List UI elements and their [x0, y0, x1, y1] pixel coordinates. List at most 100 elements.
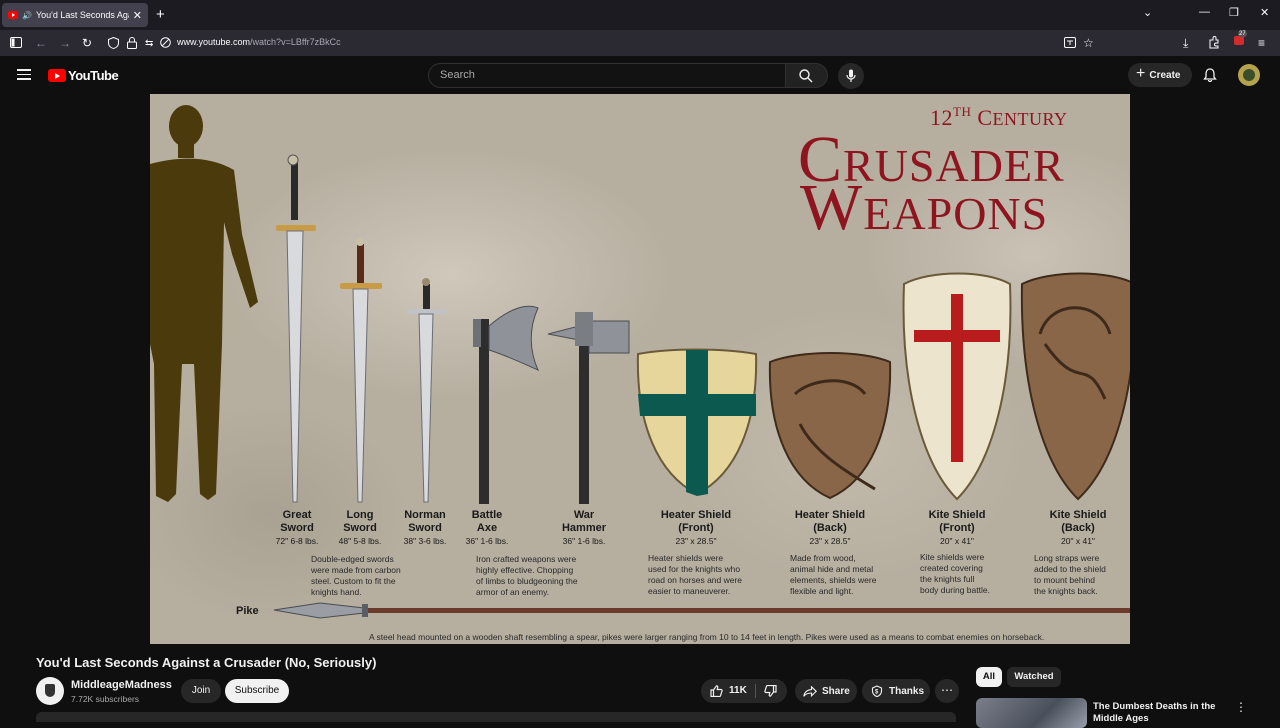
- weapon-name-line2: Hammer: [561, 522, 607, 534]
- video-title: You'd Last Seconds Against a Crusader (N…: [36, 655, 377, 670]
- description-line: the knights back.: [1034, 586, 1098, 596]
- voice-search-button[interactable]: [838, 63, 864, 89]
- weapon-name-line1: Heater Shield: [794, 509, 866, 521]
- weapon-name-line1: Heater Shield: [660, 509, 732, 521]
- tab-title: You'd Last Seconds Against: [35, 10, 129, 20]
- create-button[interactable]: + Create: [1128, 63, 1192, 87]
- microphone-icon: [846, 69, 856, 82]
- pike-label: Pike: [236, 605, 259, 617]
- guide-menu-icon[interactable]: [17, 69, 31, 80]
- bookmark-star-icon[interactable]: ☆: [1083, 35, 1094, 51]
- subscribe-button[interactable]: Subscribe: [225, 679, 289, 703]
- lock-icon[interactable]: [127, 37, 137, 49]
- search-input[interactable]: Search: [428, 63, 786, 88]
- weapon-label: Kite Shield (Front) 20" x 41": [907, 509, 1007, 547]
- description-line: to mount behind: [1034, 575, 1095, 585]
- share-icon: [803, 685, 817, 697]
- weapon-label: Heater Shield (Back) 23" x 28.5": [780, 509, 880, 547]
- swords-description: Double-edged swords were made from carbo…: [311, 554, 401, 598]
- browser-tab-bar: 🔊 You'd Last Seconds Against ✕ + ⌄ — ❐ ✕: [0, 0, 1280, 30]
- translate-icon[interactable]: [1064, 37, 1076, 48]
- chip-all[interactable]: All: [976, 667, 1002, 687]
- recommended-title[interactable]: The Dumbest Deaths in the Middle Ages: [1093, 701, 1223, 725]
- shield-icon[interactable]: [108, 37, 119, 49]
- forward-icon[interactable]: →: [59, 35, 71, 51]
- maximize-icon[interactable]: ❐: [1229, 6, 1239, 19]
- tab-list-icon[interactable]: ⌄: [1143, 6, 1152, 19]
- axes-description: Iron crafted weapons were highly effecti…: [476, 554, 578, 598]
- thanks-button[interactable]: $ Thanks: [862, 679, 930, 703]
- description-line: Heater shields were: [648, 553, 724, 563]
- thanks-label: Thanks: [889, 685, 925, 697]
- dislike-button[interactable]: [764, 685, 777, 697]
- kite-shield-back-illustration: [1020, 272, 1130, 501]
- weapon-name-line1: Kite Shield: [1049, 509, 1107, 521]
- browser-tab[interactable]: 🔊 You'd Last Seconds Against ✕: [2, 3, 148, 27]
- weapon-name-line2: (Back): [813, 522, 847, 534]
- weapon-dims: 48" 5-8 lbs.: [338, 536, 382, 546]
- user-avatar[interactable]: [1238, 64, 1260, 86]
- weapon-name-line1: Norman: [404, 509, 446, 521]
- recommended-thumbnail[interactable]: [976, 698, 1087, 728]
- url-bar[interactable]: www.youtube.com/watch?v=LBffr7zBkCc: [177, 37, 341, 47]
- share-button[interactable]: Share: [795, 679, 857, 703]
- description-box[interactable]: [36, 712, 956, 722]
- weapon-label: Heater Shield (Front) 23" x 28.5": [646, 509, 746, 547]
- menu-icon[interactable]: ≡: [1258, 35, 1265, 51]
- close-window-icon[interactable]: ✕: [1260, 6, 1269, 19]
- video-player[interactable]: 12TH CENTURY CRUSADER WEAPONS Great Swor…: [150, 94, 1130, 644]
- more-actions-button[interactable]: ⋯: [935, 679, 959, 703]
- minimize-icon[interactable]: —: [1199, 6, 1210, 18]
- heater-shield-back-illustration: [768, 352, 892, 500]
- heater-shield-front-illustration: [636, 348, 758, 496]
- recommended-more-icon[interactable]: ⋮: [1235, 700, 1247, 714]
- youtube-logo-text: YouTube: [68, 68, 119, 83]
- chip-watched[interactable]: Watched: [1007, 667, 1061, 687]
- channel-avatar[interactable]: [36, 677, 64, 705]
- description-line: steel. Custom to fit the: [311, 576, 396, 586]
- speaker-icon[interactable]: 🔊: [22, 11, 32, 20]
- weapon-name-line1: War: [573, 509, 595, 521]
- description-line: knights hand.: [311, 587, 362, 597]
- weapon-label: Long Sword 48" 5-8 lbs.: [333, 509, 387, 547]
- search-button[interactable]: [786, 63, 828, 88]
- weapon-dims: 23" x 28.5": [809, 536, 851, 546]
- weapon-name-line2: (Front): [939, 522, 975, 534]
- description-line: Long straps were: [1034, 553, 1100, 563]
- weapon-name-line2: (Back): [1061, 522, 1095, 534]
- weapon-dims: 20" x 41": [1061, 536, 1095, 546]
- weapon-name-line1: Kite Shield: [928, 509, 986, 521]
- heater-front-description: Heater shields were used for the knights…: [648, 553, 742, 597]
- like-button[interactable]: [710, 685, 723, 697]
- new-tab-icon[interactable]: +: [156, 6, 165, 23]
- tracking-blocked-icon[interactable]: [160, 37, 171, 48]
- channel-name[interactable]: MiddleageMadness: [71, 679, 172, 691]
- close-tab-icon[interactable]: ✕: [133, 9, 142, 22]
- notifications-bell-icon[interactable]: [1203, 68, 1217, 82]
- description-line: highly effective. Chopping: [476, 565, 574, 575]
- weapon-name-line2: Axe: [476, 522, 498, 534]
- description-line: elements, shields were: [790, 575, 877, 585]
- weapon-name-line1: Battle: [471, 509, 503, 521]
- back-icon[interactable]: ←: [35, 35, 47, 51]
- downloads-icon[interactable]: ⤓: [1183, 35, 1188, 51]
- extensions-icon[interactable]: [1208, 36, 1220, 49]
- extension-icon[interactable]: 27: [1234, 31, 1247, 45]
- description-line: the knights full: [920, 574, 975, 584]
- weapon-name-line2: Sword: [408, 522, 442, 534]
- sidebar-toggle-icon[interactable]: [10, 37, 22, 48]
- weapon-name-line1: Long: [346, 509, 374, 521]
- svg-text:$: $: [875, 690, 879, 696]
- subscriber-count: 7.72K subscribers: [71, 694, 140, 704]
- description-line: Double-edged swords: [311, 554, 394, 564]
- extension-badge: 27: [1238, 31, 1247, 37]
- weapon-name-line2: Sword: [343, 522, 377, 534]
- join-button[interactable]: Join: [181, 679, 221, 703]
- permissions-icon[interactable]: ⇆: [145, 36, 153, 52]
- youtube-favicon-icon: [8, 11, 18, 19]
- reload-icon[interactable]: ↻: [82, 35, 92, 51]
- description-line: of limbs to bludgeoning the: [476, 576, 578, 586]
- browser-nav-bar: ← → ↻ ⇆ www.youtube.com/watch?v=LBffr7zB…: [0, 30, 1280, 56]
- weapon-label: Norman Sword 38" 3-6 lbs.: [396, 509, 454, 547]
- youtube-logo[interactable]: YouTube: [48, 68, 119, 83]
